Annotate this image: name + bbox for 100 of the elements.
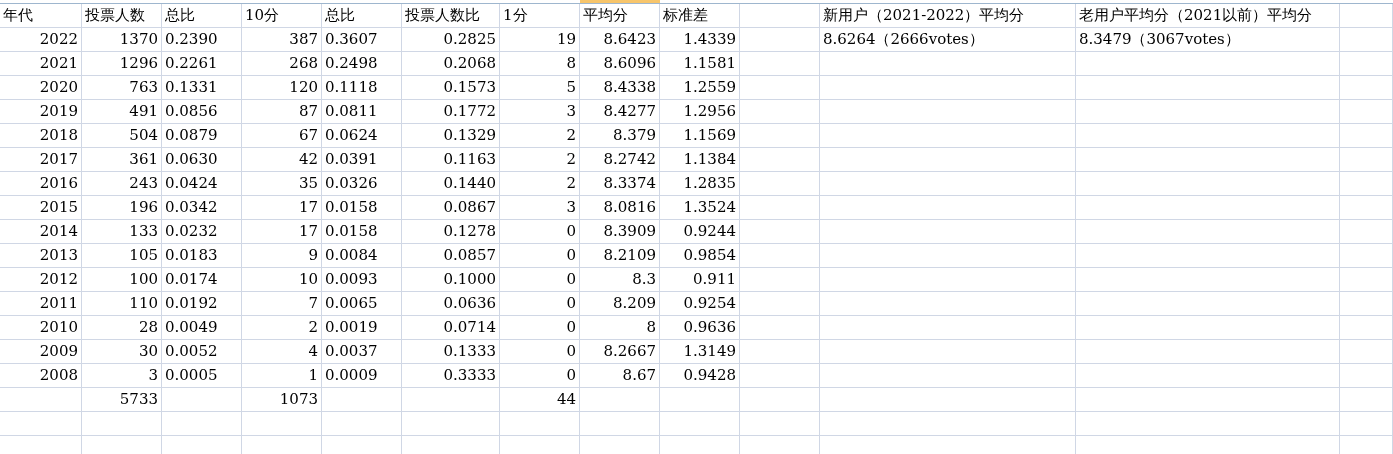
table-cell: 120 [242, 76, 322, 100]
table-cell: 0 [500, 292, 580, 316]
table-cell: 0 [500, 364, 580, 388]
table-cell: 0.1772 [402, 100, 500, 124]
table-cell [1340, 340, 1393, 364]
table-cell: 2010 [0, 316, 82, 340]
table-cell [1340, 220, 1393, 244]
table-cell [1340, 100, 1393, 124]
table-cell: 2011 [0, 292, 82, 316]
table-cell [1340, 172, 1393, 196]
table-cell: 0.0158 [322, 196, 402, 220]
table-cell: 0 [500, 244, 580, 268]
table-cell [1340, 268, 1393, 292]
table-cell: 2014 [0, 220, 82, 244]
table-cell: 2009 [0, 340, 82, 364]
table-cell: 8.6423 [580, 28, 660, 52]
table-cell: 1.3524 [660, 196, 740, 220]
table-cell: 2008 [0, 364, 82, 388]
table-cell [1340, 4, 1393, 28]
table-cell: 268 [242, 52, 322, 76]
table-cell: 0.0049 [162, 316, 242, 340]
table-cell: 28 [82, 316, 162, 340]
table-cell: 8 [580, 316, 660, 340]
table-cell: 8.2109 [580, 244, 660, 268]
column-heading: 平均分 [580, 4, 660, 28]
table-cell: 7 [242, 292, 322, 316]
table-cell [1340, 76, 1393, 100]
column-heading: 投票人数比 [402, 4, 500, 28]
table-cell: 8.6264（2666votes） [820, 28, 1076, 52]
table-cell: 8 [500, 52, 580, 76]
table-cell: 1.4339 [660, 28, 740, 52]
table-cell: 3 [500, 100, 580, 124]
table-cell: 0.0052 [162, 340, 242, 364]
table-cell: 133 [82, 220, 162, 244]
table-cell: 2018 [0, 124, 82, 148]
table-cell: 0.1331 [162, 76, 242, 100]
table-cell: 1.2956 [660, 100, 740, 124]
table-cell: 8.3374 [580, 172, 660, 196]
table-cell: 243 [82, 172, 162, 196]
column-heading: 总比 [322, 4, 402, 28]
table-cell: 0.0005 [162, 364, 242, 388]
table-cell: 504 [82, 124, 162, 148]
table-cell: 1.2835 [660, 172, 740, 196]
table-cell: 0 [500, 220, 580, 244]
table-cell: 2019 [0, 100, 82, 124]
table-cell: 0.0158 [322, 220, 402, 244]
table-cell: 0.0811 [322, 100, 402, 124]
table-cell: 0.0019 [322, 316, 402, 340]
table-cell: 0.9636 [660, 316, 740, 340]
table-cell: 0.0879 [162, 124, 242, 148]
table-cell: 0.9254 [660, 292, 740, 316]
table-cell: 0.0232 [162, 220, 242, 244]
table-cell: 0.0009 [322, 364, 402, 388]
table-cell: 0.0093 [322, 268, 402, 292]
table-cell: 0.9854 [660, 244, 740, 268]
table-cell: 0.0714 [402, 316, 500, 340]
table-cell: 0.3333 [402, 364, 500, 388]
table-cell: 0.2261 [162, 52, 242, 76]
table-cell: 2012 [0, 268, 82, 292]
table-cell: 0.0391 [322, 148, 402, 172]
table-cell: 0 [500, 316, 580, 340]
table-cell: 2017 [0, 148, 82, 172]
table-cell [1340, 28, 1393, 52]
table-cell [1340, 364, 1393, 388]
table-cell: 1.1581 [660, 52, 740, 76]
table-cell: 0.2825 [402, 28, 500, 52]
table-cell: 8.2667 [580, 340, 660, 364]
column-heading: 1分 [500, 4, 580, 28]
table-cell: 8.2742 [580, 148, 660, 172]
table-cell: 0.1440 [402, 172, 500, 196]
table-cell: 8.0816 [580, 196, 660, 220]
table-cell: 2020 [0, 76, 82, 100]
table-cell: 0.1329 [402, 124, 500, 148]
table-cell: 0.9244 [660, 220, 740, 244]
table-cell: 196 [82, 196, 162, 220]
table-cell: 0.0174 [162, 268, 242, 292]
table-cell: 8.3 [580, 268, 660, 292]
column-heading: 总比 [162, 4, 242, 28]
table-cell: 2016 [0, 172, 82, 196]
table-cell: 1.2559 [660, 76, 740, 100]
table-cell [1340, 196, 1393, 220]
table-cell: 8.3479（3067votes） [1076, 28, 1340, 52]
column-heading: 投票人数 [82, 4, 162, 28]
table-cell: 0.0624 [322, 124, 402, 148]
table-cell: 1370 [82, 28, 162, 52]
table-cell [1340, 412, 1393, 436]
table-cell: 0.0326 [322, 172, 402, 196]
table-cell: 1.1384 [660, 148, 740, 172]
table-cell: 0.1333 [402, 340, 500, 364]
table-cell: 17 [242, 220, 322, 244]
table-cell [1340, 52, 1393, 76]
table-cell: 8.379 [580, 124, 660, 148]
table-cell [1340, 124, 1393, 148]
table-cell: 0.0856 [162, 100, 242, 124]
table-cell [1340, 388, 1393, 412]
table-cell: 1.1569 [660, 124, 740, 148]
table-cell: 2013 [0, 244, 82, 268]
table-cell: 100 [82, 268, 162, 292]
table-cell: 5733 [82, 388, 162, 412]
table-cell: 0.0183 [162, 244, 242, 268]
